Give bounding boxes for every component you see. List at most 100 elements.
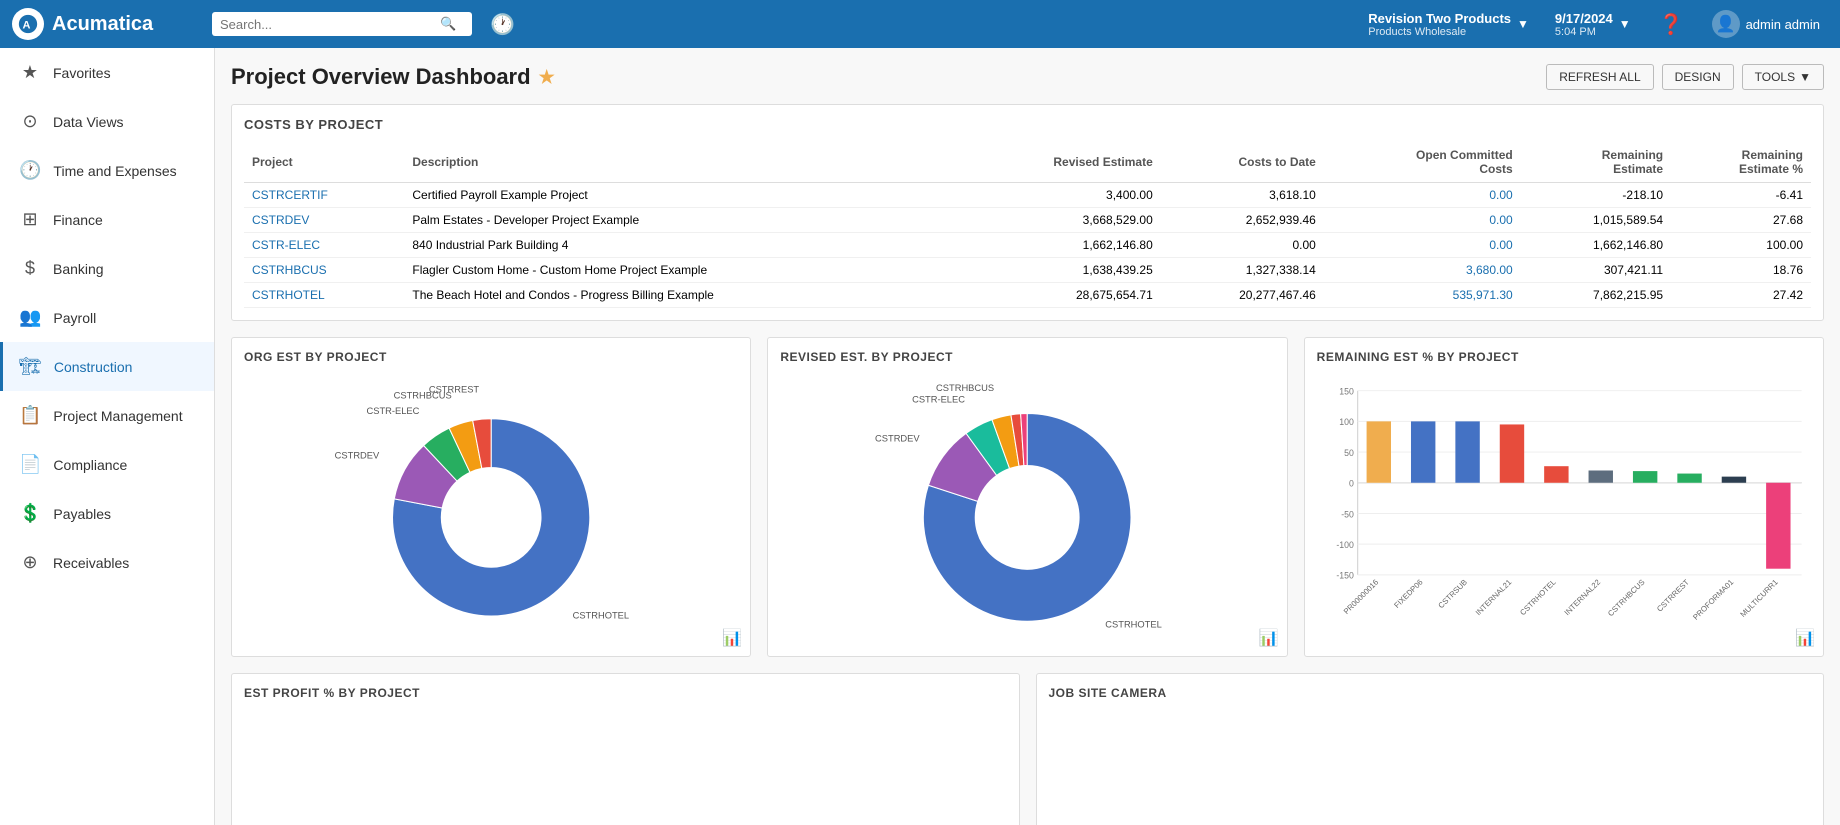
page-title: Project Overview Dashboard ★	[231, 64, 555, 90]
sidebar-item-payables[interactable]: 💲 Payables	[0, 489, 214, 538]
banking-icon: $	[19, 258, 41, 279]
sidebar-item-construction[interactable]: 🏗 Construction	[0, 342, 214, 391]
company-name: Revision Two Products	[1368, 11, 1511, 26]
company-selector[interactable]: Revision Two Products Products Wholesale…	[1360, 7, 1537, 42]
project-mgmt-icon: 📋	[19, 405, 41, 426]
cell-remaining-pct: 100.00	[1671, 233, 1811, 258]
sidebar-item-receivables[interactable]: ⊕ Receivables	[0, 538, 214, 587]
history-icon[interactable]: 🕐	[482, 8, 523, 41]
refresh-all-button[interactable]: REFRESH ALL	[1546, 64, 1653, 90]
job-site-camera-card: JOB SITE CAMERA	[1036, 673, 1825, 825]
svg-text:INTERNAL22: INTERNAL22	[1562, 578, 1602, 618]
sidebar-label-construction: Construction	[54, 359, 133, 375]
cell-costs-to-date: 3,618.10	[1161, 183, 1324, 208]
remaining-est-chart-title: REMAINING EST % BY PROJECT	[1317, 350, 1811, 364]
sidebar-item-data-views[interactable]: ⊙ Data Views	[0, 97, 214, 146]
svg-text:CSTRHBCUS: CSTRHBCUS	[936, 383, 994, 393]
sidebar-label-payroll: Payroll	[53, 310, 96, 326]
project-link[interactable]: CSTRDEV	[252, 213, 309, 227]
cell-description: Certified Payroll Example Project	[404, 183, 959, 208]
project-link[interactable]: CSTRCERTIF	[252, 188, 328, 202]
svg-text:0: 0	[1349, 479, 1354, 489]
construction-icon: 🏗	[19, 356, 42, 377]
sidebar-label-payables: Payables	[53, 506, 111, 522]
cell-open-committed[interactable]: 535,971.30	[1324, 283, 1521, 308]
current-date: 9/17/2024	[1555, 11, 1613, 26]
cell-remaining-pct: 27.42	[1671, 283, 1811, 308]
page-header: Project Overview Dashboard ★ REFRESH ALL…	[231, 64, 1824, 90]
cell-project[interactable]: CSTR-ELEC	[244, 233, 404, 258]
cell-open-committed[interactable]: 0.00	[1324, 183, 1521, 208]
cell-open-committed[interactable]: 0.00	[1324, 208, 1521, 233]
help-icon[interactable]: ❓	[1649, 8, 1694, 41]
sidebar-item-favorites[interactable]: ★ Favorites	[0, 48, 214, 97]
svg-text:-50: -50	[1341, 509, 1354, 519]
cell-remaining-pct: -6.41	[1671, 183, 1811, 208]
cell-costs-to-date: 2,652,939.46	[1161, 208, 1324, 233]
search-bar[interactable]: 🔍	[212, 12, 472, 36]
svg-text:PR00000016: PR00000016	[1342, 578, 1380, 616]
org-est-chart-container: CSTRHOTELCSTRDEVCSTR-ELECCSTRHBCUSCSTRRE…	[244, 372, 738, 642]
cell-project[interactable]: CSTRDEV	[244, 208, 404, 233]
favorite-star-icon[interactable]: ★	[539, 67, 555, 88]
project-link[interactable]: CSTRHBCUS	[252, 263, 327, 277]
cell-project[interactable]: CSTRHOTEL	[244, 283, 404, 308]
remaining-est-chart-icon[interactable]: 📊	[1795, 628, 1815, 648]
remaining-est-chart-card: REMAINING EST % BY PROJECT 150100500-50-…	[1304, 337, 1824, 657]
sidebar-item-compliance[interactable]: 📄 Compliance	[0, 440, 214, 489]
svg-text:CSTRHBCUS: CSTRHBCUS	[1606, 578, 1646, 618]
table-row: CSTR-ELEC 840 Industrial Park Building 4…	[244, 233, 1811, 258]
svg-text:MULTICURR1: MULTICURR1	[1738, 578, 1779, 619]
cell-description: Palm Estates - Developer Project Example	[404, 208, 959, 233]
app-logo[interactable]: A Acumatica	[12, 8, 202, 40]
search-input[interactable]	[220, 17, 440, 32]
revised-est-chart-icon[interactable]: 📊	[1259, 628, 1279, 648]
sidebar-item-banking[interactable]: $ Banking	[0, 244, 214, 293]
design-button[interactable]: DESIGN	[1662, 64, 1734, 90]
sidebar-item-payroll[interactable]: 👥 Payroll	[0, 293, 214, 342]
svg-text:CSTR-ELEC: CSTR-ELEC	[366, 406, 419, 416]
org-est-chart-icon[interactable]: 📊	[722, 628, 742, 648]
svg-text:FIXEDP06: FIXEDP06	[1392, 578, 1424, 610]
cell-project[interactable]: CSTRHBCUS	[244, 258, 404, 283]
payroll-icon: 👥	[19, 307, 41, 328]
sidebar-label-time-expenses: Time and Expenses	[53, 163, 176, 179]
svg-text:50: 50	[1344, 448, 1354, 458]
col-revised-estimate: Revised Estimate	[959, 142, 1161, 183]
svg-text:-150: -150	[1336, 571, 1354, 581]
datetime-chevron-icon: ▼	[1619, 17, 1631, 31]
revised-est-chart-container: CSTRHOTELCSTRDEVCSTR-ELECCSTRHBCUS	[780, 372, 1274, 642]
cell-remaining-estimate: 1,015,589.54	[1521, 208, 1671, 233]
tools-button[interactable]: TOOLS ▼	[1742, 64, 1824, 90]
svg-text:150: 150	[1339, 387, 1354, 397]
cell-revised-estimate: 3,400.00	[959, 183, 1161, 208]
user-menu[interactable]: 👤 admin admin	[1704, 6, 1828, 42]
svg-text:CSTRDEV: CSTRDEV	[875, 434, 920, 444]
sidebar-item-time-expenses[interactable]: 🕐 Time and Expenses	[0, 146, 214, 195]
svg-text:CSTR-ELEC: CSTR-ELEC	[912, 394, 965, 404]
svg-text:CSTRREST: CSTRREST	[429, 385, 480, 395]
finance-icon: ⊞	[19, 209, 41, 230]
payables-icon: 💲	[19, 503, 41, 524]
cell-costs-to-date: 0.00	[1161, 233, 1324, 258]
cell-revised-estimate: 1,662,146.80	[959, 233, 1161, 258]
cell-open-committed[interactable]: 0.00	[1324, 233, 1521, 258]
svg-text:CSTRHOTEL: CSTRHOTEL	[573, 610, 629, 620]
cell-costs-to-date: 1,327,338.14	[1161, 258, 1324, 283]
col-project: Project	[244, 142, 404, 183]
search-icon[interactable]: 🔍	[440, 16, 456, 32]
logo-icon: A	[12, 8, 44, 40]
sidebar-item-finance[interactable]: ⊞ Finance	[0, 195, 214, 244]
cell-revised-estimate: 28,675,654.71	[959, 283, 1161, 308]
cell-costs-to-date: 20,277,467.46	[1161, 283, 1324, 308]
sidebar-label-compliance: Compliance	[53, 457, 127, 473]
org-est-chart-card: ORG EST BY PROJECT CSTRHOTELCSTRDEVCSTR-…	[231, 337, 751, 657]
cell-open-committed[interactable]: 3,680.00	[1324, 258, 1521, 283]
user-avatar-icon: 👤	[1712, 10, 1740, 38]
cell-remaining-estimate: 1,662,146.80	[1521, 233, 1671, 258]
project-link[interactable]: CSTRHOTEL	[252, 288, 325, 302]
datetime-selector[interactable]: 9/17/2024 5:04 PM ▼	[1547, 7, 1639, 42]
sidebar-item-project-mgmt[interactable]: 📋 Project Management	[0, 391, 214, 440]
cell-project[interactable]: CSTRCERTIF	[244, 183, 404, 208]
project-link[interactable]: CSTR-ELEC	[252, 238, 320, 252]
